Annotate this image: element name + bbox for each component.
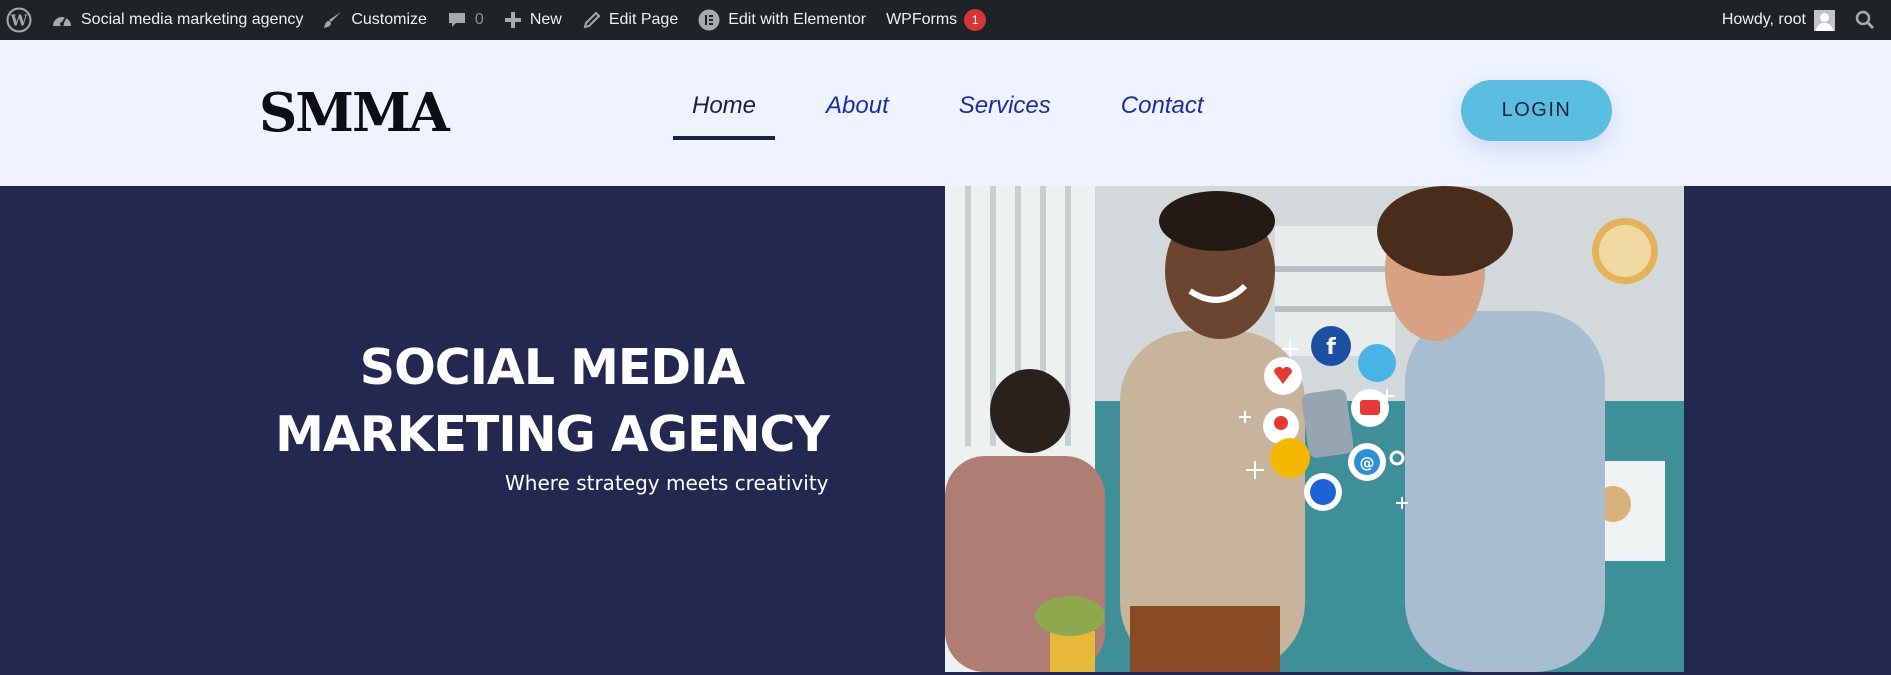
comments-link[interactable]: 0 (437, 0, 494, 40)
site-header: SMMA Home About Services Contact LOGIN (0, 40, 1891, 186)
paintbrush-icon (324, 12, 342, 28)
nav-item-home[interactable]: Home (673, 90, 776, 140)
pencil-icon (583, 11, 601, 28)
howdy-label: Howdy, root (1721, 11, 1806, 28)
hero-title-line-2: MARKETING AGENCY (275, 406, 830, 463)
svg-text:@: @ (1360, 454, 1375, 472)
hero-image: f @ (945, 186, 1684, 672)
admin-search-button[interactable] (1845, 0, 1891, 40)
nav-item-services[interactable]: Services (940, 90, 1070, 140)
wpforms-link[interactable]: WPForms 1 (876, 0, 996, 40)
login-button[interactable]: LOGIN (1461, 80, 1612, 141)
plus-icon (504, 12, 521, 28)
nav-item-about[interactable]: About (807, 90, 908, 140)
user-avatar (1814, 9, 1835, 31)
elementor-icon (698, 9, 720, 31)
wpforms-label: WPForms (886, 11, 958, 28)
new-label: New (529, 11, 562, 28)
site-name-link[interactable]: Social media marketing agency (41, 0, 313, 40)
search-icon (1855, 10, 1875, 30)
customize-link[interactable]: Customize (313, 0, 437, 40)
svg-text:f: f (1326, 335, 1336, 360)
comments-count: 0 (474, 11, 484, 28)
wpforms-notification-badge: 1 (964, 9, 987, 31)
edit-page-label: Edit Page (608, 11, 679, 28)
admin-bar: W Social media marketing agency Customiz… (0, 0, 1891, 40)
main-navigation: Home About Services Contact (673, 90, 1255, 140)
dashboard-icon (53, 16, 71, 26)
customize-label: Customize (351, 11, 427, 28)
comment-bubble-icon (448, 13, 465, 27)
edit-elementor-label: Edit with Elementor (728, 11, 867, 28)
nav-item-contact[interactable]: Contact (1102, 90, 1223, 140)
new-content-link[interactable]: New (494, 0, 572, 40)
wordpress-logo-icon[interactable]: W (0, 0, 41, 40)
hero-section: SOCIAL MEDIA MARKETING AGENCY Where stra… (0, 186, 1891, 675)
hero-subtitle: Where strategy meets creativity (505, 471, 829, 495)
svg-text:W: W (10, 12, 29, 30)
hero-title-line-1: SOCIAL MEDIA (359, 339, 745, 396)
my-account-link[interactable]: Howdy, root (1712, 0, 1845, 40)
site-logo[interactable]: SMMA (259, 82, 450, 146)
edit-with-elementor-link[interactable]: Edit with Elementor (688, 0, 876, 40)
hero-title: SOCIAL MEDIA MARKETING AGENCY (180, 334, 924, 468)
edit-page-link[interactable]: Edit Page (572, 0, 688, 40)
site-name-label: Social media marketing agency (81, 11, 304, 28)
